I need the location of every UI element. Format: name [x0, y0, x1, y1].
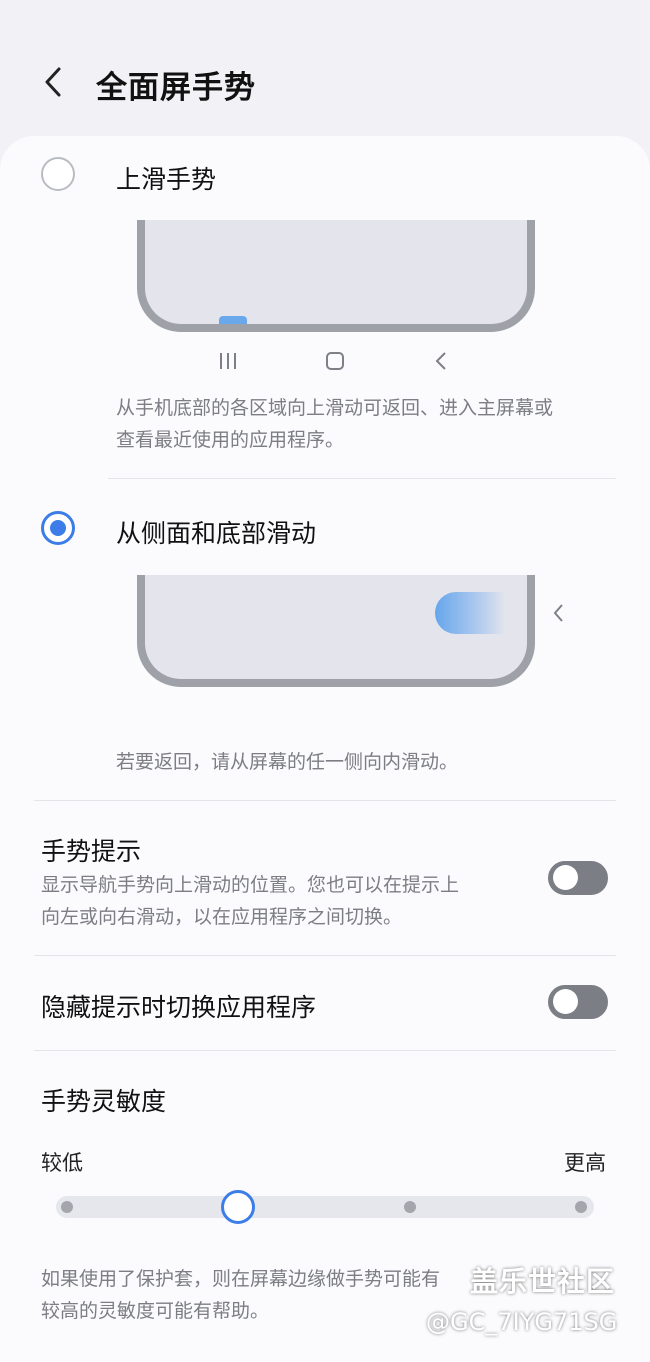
phone-illustration-swipe-sides [137, 575, 535, 687]
recents-icon [217, 350, 239, 378]
watermark-user: @GC_7IYG71SG [426, 1308, 618, 1336]
radio-swipe-sides-bottom[interactable] [41, 511, 75, 545]
gesture-hint-toggle[interactable] [548, 861, 608, 895]
sensitivity-note-line-1: 如果使用了保护套，则在屏幕边缘做手势可能有 [41, 1268, 441, 1290]
gesture-hint-description-line-1: 显示导航手势向上滑动的位置。您也可以在提示上 [41, 874, 460, 896]
option-swipe-up-label[interactable]: 上滑手势 [116, 160, 216, 196]
divider [108, 478, 616, 479]
option-swipe-up-description-line-1: 从手机底部的各区域向上滑动可返回、进入主屏幕或 [116, 397, 554, 419]
slider-thumb[interactable] [221, 1190, 255, 1224]
swipe-indicator [219, 316, 247, 324]
option-swipe-up-description-line-2: 查看最近使用的应用程序。 [116, 429, 345, 451]
back-icon [549, 602, 569, 630]
switch-apps-toggle[interactable] [548, 985, 608, 1019]
gesture-hint-title[interactable]: 手势提示 [41, 832, 141, 868]
sensitivity-note-line-2: 较高的灵敏度可能有帮助。 [41, 1300, 270, 1322]
chevron-left-icon [45, 67, 61, 97]
home-icon [324, 350, 346, 378]
swipe-indicator [435, 592, 505, 634]
watermark-brand: 盖乐世社区 [470, 1265, 616, 1298]
gesture-hint-description-line-2: 向左或向右滑动，以在应用程序之间切换。 [41, 906, 403, 928]
slider-step-1[interactable] [61, 1201, 73, 1213]
phone-illustration-swipe-up [137, 220, 535, 332]
option-swipe-sides-description: 若要返回，请从屏幕的任一侧向内滑动。 [116, 751, 459, 773]
switch-apps-title[interactable]: 隐藏提示时切换应用程序 [41, 988, 316, 1024]
slider-step-3[interactable] [404, 1201, 416, 1213]
sensitivity-title: 手势灵敏度 [41, 1087, 167, 1116]
divider [34, 955, 616, 956]
sensitivity-slider[interactable] [56, 1190, 594, 1224]
back-button[interactable] [34, 62, 74, 102]
header: 全面屏手势 [0, 0, 650, 140]
sensitivity-high-label: 更高 [564, 1151, 606, 1175]
page-title: 全面屏手势 [96, 70, 256, 106]
radio-swipe-up[interactable] [41, 157, 75, 191]
sensitivity-low-label: 较低 [41, 1151, 83, 1175]
back-icon [431, 350, 453, 378]
slider-step-4[interactable] [575, 1201, 587, 1213]
divider [34, 1050, 616, 1051]
option-swipe-sides-bottom-label[interactable]: 从侧面和底部滑动 [116, 514, 316, 550]
divider [34, 800, 616, 801]
